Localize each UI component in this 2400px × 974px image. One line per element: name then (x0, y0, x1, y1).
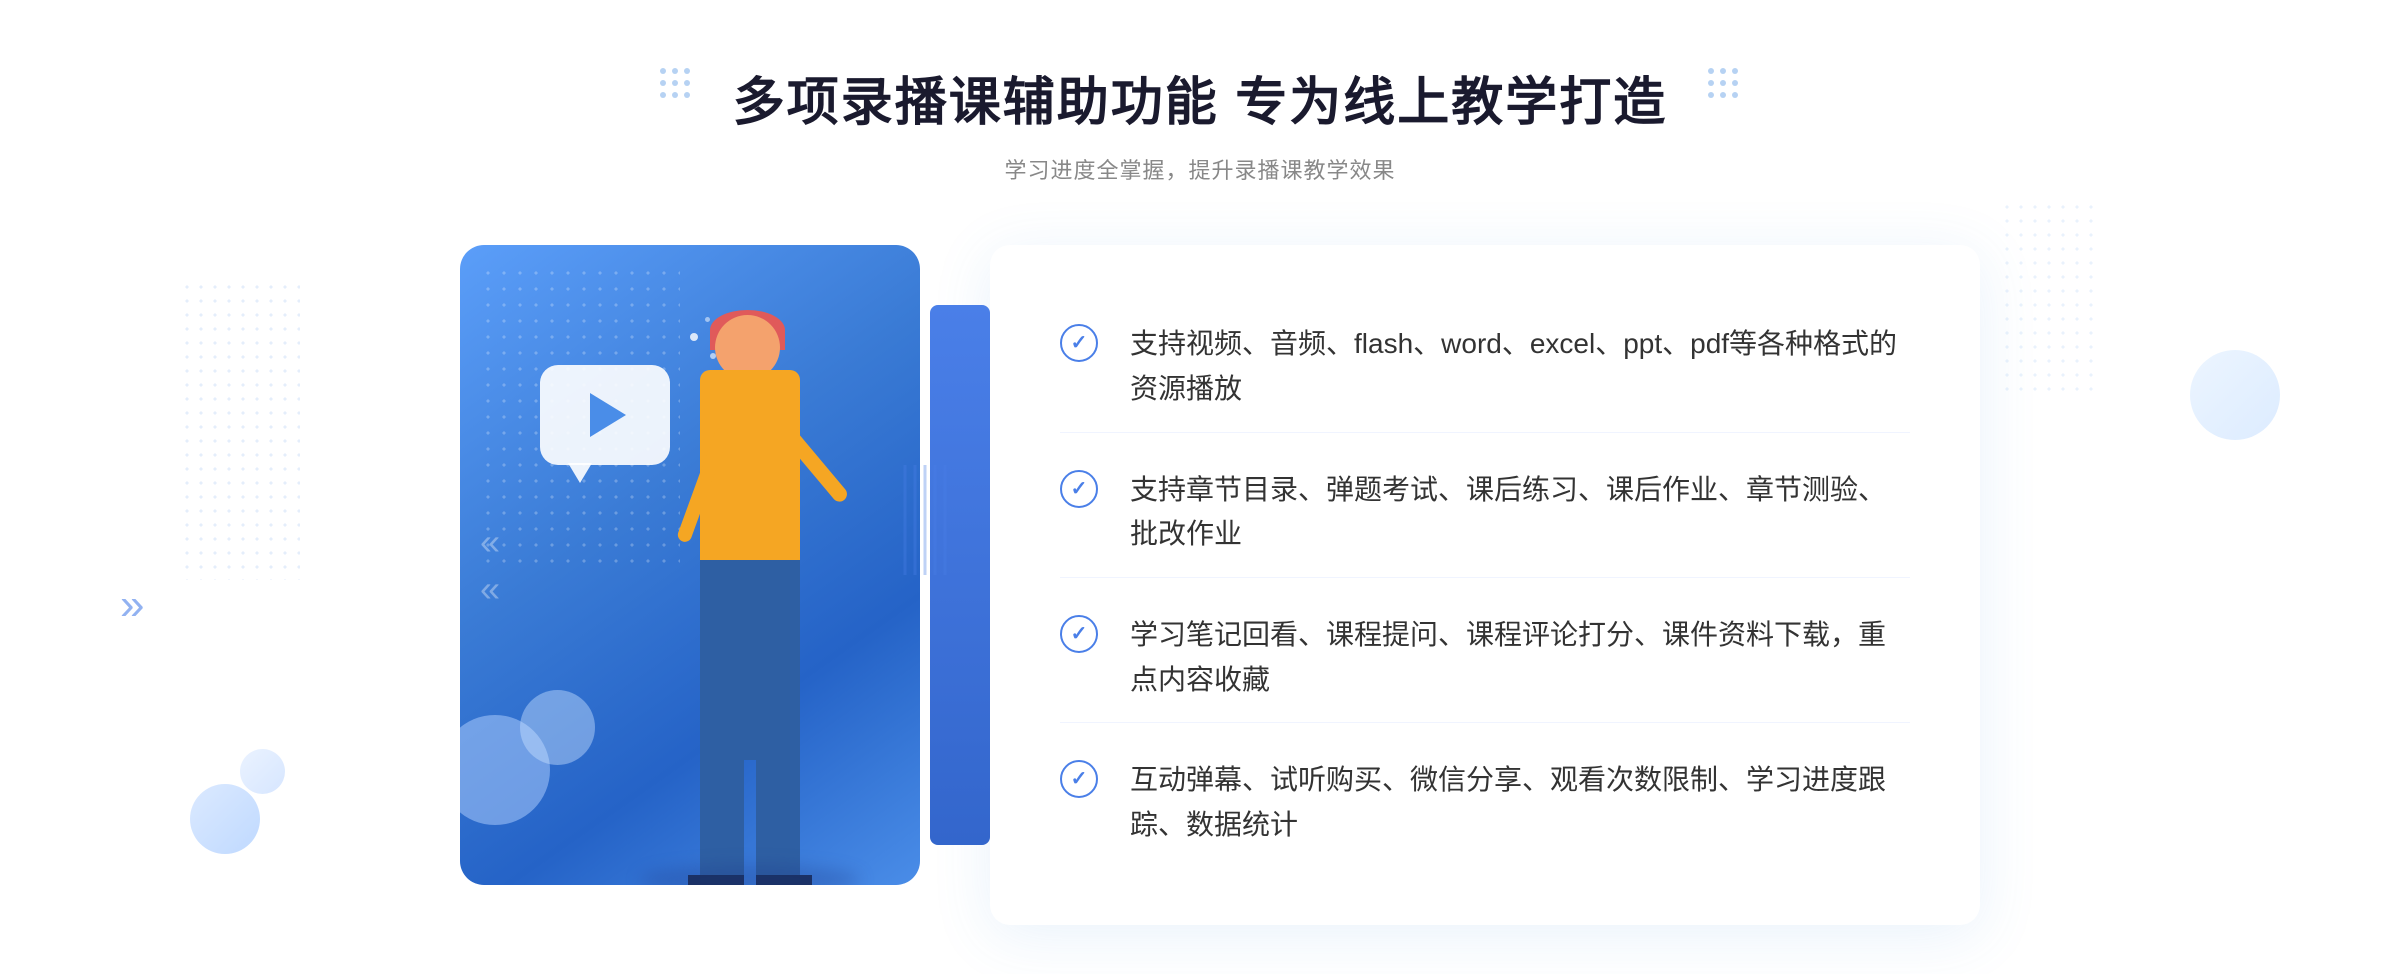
illustration-card: « « (460, 245, 920, 885)
checkmark-symbol-1: ✓ (1071, 333, 1088, 353)
deco-circle-right (2190, 350, 2280, 440)
deco-dots-right (1708, 68, 1740, 100)
person-figure (620, 305, 900, 885)
person-leg-right (700, 725, 744, 885)
illustration-area: « « (420, 245, 960, 925)
checkmark-symbol-2: ✓ (1071, 479, 1088, 499)
feature-item-1: ✓ 支持视频、音频、flash、word、excel、ppt、pdf等各种格式的… (1060, 302, 1910, 433)
chevron-left-deco: » (120, 580, 144, 630)
checkmark-symbol-4: ✓ (1071, 769, 1088, 789)
deco-circle-bottom-left2 (520, 690, 595, 765)
check-icon-1: ✓ (1060, 324, 1100, 364)
chevron-icon: » (120, 580, 144, 630)
checkmark-symbol-3: ✓ (1071, 624, 1088, 644)
feature-text-4: 互动弹幕、试听购买、微信分享、观看次数限制、学习进度跟踪、数据统计 (1130, 758, 1910, 848)
feature-item-4: ✓ 互动弹幕、试听购买、微信分享、观看次数限制、学习进度跟踪、数据统计 (1060, 738, 1910, 868)
feature-item-2: ✓ 支持章节目录、弹题考试、课后练习、课后作业、章节测验、批改作业 (1060, 448, 1910, 579)
features-area: ✓ 支持视频、音频、flash、word、excel、ppt、pdf等各种格式的… (990, 245, 1980, 925)
check-circle-3: ✓ (1060, 615, 1098, 653)
check-icon-2: ✓ (1060, 470, 1100, 510)
check-circle-2: ✓ (1060, 470, 1098, 508)
page-title: 多项录播课辅助功能 专为线上教学打造 (733, 60, 1667, 135)
small-circle-2 (240, 749, 285, 794)
bg-dots-left (180, 280, 300, 580)
stripe-deco (900, 465, 955, 575)
feature-text-3: 学习笔记回看、课程提问、课程评论打分、课件资料下载，重点内容收藏 (1130, 613, 1910, 703)
feature-text-2: 支持章节目录、弹题考试、课后练习、课后作业、章节测验、批改作业 (1130, 468, 1910, 558)
check-circle-4: ✓ (1060, 760, 1098, 798)
feature-text-1: 支持视频、音频、flash、word、excel、ppt、pdf等各种格式的资源… (1130, 322, 1910, 412)
bg-dots-right (2000, 200, 2100, 400)
feature-item-3: ✓ 学习笔记回看、课程提问、课程评论打分、课件资料下载，重点内容收藏 (1060, 593, 1910, 724)
header-section: 多项录播课辅助功能 专为线上教学打造 学习进度全掌握，提升录播课教学效果 (733, 60, 1667, 185)
person-leg-left (756, 725, 800, 885)
small-circle-1 (190, 784, 260, 854)
card-arrows: « « (480, 520, 500, 610)
check-circle-1: ✓ (1060, 324, 1098, 362)
page-subtitle: 学习进度全掌握，提升录播课教学效果 (733, 153, 1667, 185)
content-section: « « (420, 245, 1980, 925)
check-icon-4: ✓ (1060, 760, 1100, 800)
check-icon-3: ✓ (1060, 615, 1100, 655)
deco-dots-left (660, 68, 692, 100)
page-wrapper: 多项录播课辅助功能 专为线上教学打造 学习进度全掌握，提升录播课教学效果 « « (0, 0, 2400, 974)
